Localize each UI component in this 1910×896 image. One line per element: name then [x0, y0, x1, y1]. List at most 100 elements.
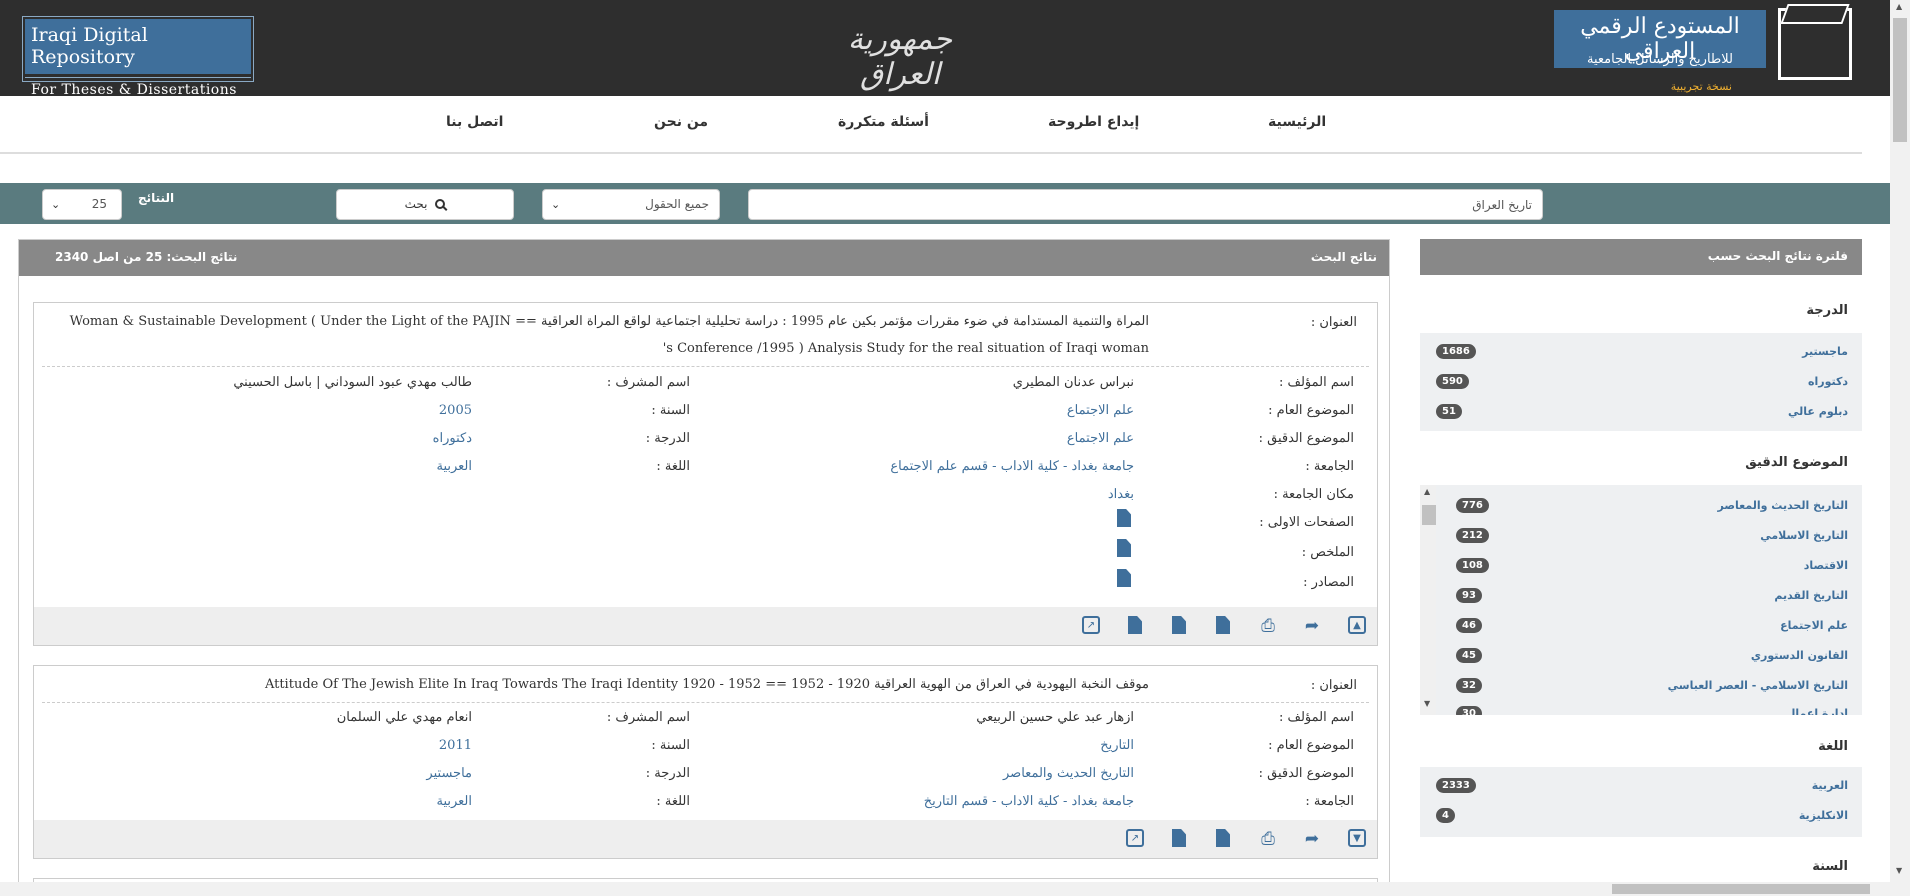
record-university-place[interactable]: بغداد: [1108, 487, 1134, 502]
collapse-up-icon[interactable]: ▲: [1348, 616, 1366, 634]
sources-doc-icon[interactable]: [1117, 569, 1131, 587]
label-general-subject: الموضوع العام :: [1268, 738, 1354, 753]
filter-item-count: 46: [1456, 618, 1482, 633]
filter-item[interactable]: دبلوم عالي 51: [1420, 403, 1862, 423]
filter-item-count: 93: [1456, 588, 1482, 603]
results-per-page-select[interactable]: 25 ⌄: [42, 189, 122, 220]
record-university[interactable]: جامعة بغداد - كلية الاداب - قسم علم الاج…: [890, 459, 1134, 474]
nav-about[interactable]: من نحن: [654, 114, 708, 130]
page-horizontal-scrollbar[interactable]: [0, 882, 1890, 896]
logo-arabic[interactable]: المستودع الرقمي العراقي للاطاريح والرسائ…: [1552, 4, 1852, 93]
trial-version-label: نسخة تجريبية: [1670, 80, 1732, 93]
result-record: العنوان : موقف النخبة اليهودية في العراق…: [33, 665, 1378, 859]
record-language[interactable]: العربية: [436, 459, 472, 474]
label-sources: المصادر :: [1303, 575, 1354, 590]
external-link-icon[interactable]: ↗: [1082, 616, 1100, 634]
share-icon[interactable]: ➦: [1302, 829, 1322, 849]
record-title[interactable]: المراة والتنمية المستدامة في ضوء مقررات …: [59, 308, 1149, 362]
print-icon[interactable]: ⎙: [1258, 829, 1278, 849]
filter-item[interactable]: العربية 2333: [1420, 777, 1862, 797]
record-title[interactable]: موقف النخبة اليهودية في العراق من الهوية…: [59, 671, 1149, 698]
abstract-doc-icon[interactable]: [1117, 539, 1131, 557]
filter-item[interactable]: التاريخ الاسلامي - العصر العباسي 32: [1420, 677, 1862, 697]
external-link-icon[interactable]: ↗: [1126, 829, 1144, 847]
record-specific-subject[interactable]: علم الاجتماع: [1067, 431, 1134, 446]
label-abstract: الملخص :: [1301, 545, 1354, 560]
filter-item-count: 108: [1456, 558, 1489, 573]
nav-home[interactable]: الرئيسية: [1268, 114, 1326, 130]
search-icon: [435, 199, 446, 209]
record-specific-subject[interactable]: التاريخ الحديث والمعاصر: [1003, 766, 1134, 781]
site-header: Iraqi Digital Repository For Theses & Di…: [0, 0, 1890, 98]
filter-item[interactable]: ادارة اعمال 30: [1420, 705, 1862, 715]
nav-contact[interactable]: اتصل بنا: [446, 114, 503, 130]
record-year[interactable]: 2011: [439, 738, 472, 753]
search-button[interactable]: بحث: [336, 189, 514, 220]
label-year: السنة :: [651, 403, 690, 418]
filter-item[interactable]: التاريخ الاسلامي 212: [1420, 527, 1862, 547]
nav-deposit-thesis[interactable]: إيداع اطروحة: [1048, 114, 1139, 130]
logo-ar-subtitle: للاطاريح والرسائل الجامعية: [1587, 52, 1733, 67]
search-input[interactable]: [748, 189, 1543, 220]
filter-item-count: 32: [1456, 678, 1482, 693]
record-degree[interactable]: دكتوراه: [433, 431, 472, 446]
graduation-cap-icon: [1780, 4, 1850, 24]
record-general-subject[interactable]: التاريخ: [1100, 738, 1134, 753]
page-vertical-scrollbar[interactable]: ▲ ▼: [1890, 0, 1910, 896]
record-title-line2: s Conference /1995 ) Analysis Study for …: [662, 341, 1149, 356]
logo-english[interactable]: Iraqi Digital Repository For Theses & Di…: [22, 16, 254, 98]
print-icon[interactable]: ⎙: [1258, 616, 1278, 636]
label-language: اللغة :: [656, 459, 690, 474]
document-icon[interactable]: [1216, 616, 1230, 634]
record-author: ازهار عبد علي حسين الربيعي: [976, 710, 1134, 725]
document-icon[interactable]: [1216, 829, 1230, 847]
nav-faq[interactable]: أسئلة متكررة: [838, 114, 929, 130]
filter-item[interactable]: الانكليزية 4: [1420, 807, 1862, 827]
search-bar: جميع الحقول ⌄ بحث النتائج 25 ⌄: [0, 183, 1890, 224]
scroll-up-icon[interactable]: ▲: [1896, 2, 1902, 11]
first-pages-doc-icon[interactable]: [1117, 509, 1131, 527]
filter-item-count: 776: [1456, 498, 1489, 513]
document-icon[interactable]: [1128, 616, 1142, 634]
filter-item-name: ماجستير: [1802, 345, 1848, 358]
filter-item-name: التاريخ القديم: [1774, 589, 1848, 602]
label-supervisor: اسم المشرف :: [606, 375, 690, 390]
label-degree: الدرجة :: [645, 766, 690, 781]
logo-en-line2: For Theses & Dissertations: [25, 77, 251, 98]
document-icon[interactable]: [1172, 829, 1186, 847]
record-language[interactable]: العربية: [436, 794, 472, 809]
filter-item[interactable]: علم الاجتماع 46: [1420, 617, 1862, 637]
filter-item[interactable]: ماجستير 1686: [1420, 343, 1862, 363]
filter-year-heading: السنة: [1812, 859, 1848, 874]
filter-item-name: علم الاجتماع: [1780, 619, 1848, 632]
filter-item[interactable]: الاقتصاد 108: [1420, 557, 1862, 577]
record-degree[interactable]: ماجستير: [426, 766, 472, 781]
label-university-place: مكان الجامعة :: [1273, 487, 1354, 502]
search-field-select[interactable]: جميع الحقول ⌄: [542, 189, 720, 220]
share-icon[interactable]: ➦: [1302, 616, 1322, 636]
scroll-down-icon[interactable]: ▼: [1896, 866, 1902, 875]
results-per-page-label: النتائج: [138, 191, 175, 205]
filter-item[interactable]: دكتوراه 590: [1420, 373, 1862, 393]
filter-item-name: دكتوراه: [1807, 375, 1848, 388]
filter-item-count: 51: [1436, 404, 1462, 419]
filter-item-name: التاريخ الاسلامي: [1760, 529, 1848, 542]
filter-item[interactable]: التاريخ القديم 93: [1420, 587, 1862, 607]
filter-item[interactable]: القانون الدستوري 45: [1420, 647, 1862, 667]
record-author: نبراس عدنان المطيري: [1012, 375, 1134, 390]
record-university[interactable]: جامعة بغداد - كلية الاداب - قسم التاريخ: [924, 794, 1134, 809]
label-author: اسم المؤلف :: [1278, 710, 1354, 725]
scroll-thumb[interactable]: [1893, 18, 1907, 142]
expand-down-icon[interactable]: ▼: [1348, 829, 1366, 847]
scroll-thumb[interactable]: [1612, 884, 1870, 894]
scroll-up-icon[interactable]: ▲: [1424, 487, 1430, 496]
results-panel: نتائج البحث نتائج البحث: 25 من اصل 2340 …: [18, 239, 1390, 896]
record-general-subject[interactable]: علم الاجتماع: [1067, 403, 1134, 418]
search-button-label: بحث: [404, 197, 428, 211]
document-icon[interactable]: [1172, 616, 1186, 634]
filter-language-list: العربية 2333 الانكليزية 4: [1420, 767, 1862, 837]
filter-item-count: 30: [1456, 706, 1482, 715]
filter-item[interactable]: التاريخ الحديث والمعاصر 776: [1420, 497, 1862, 517]
record-year[interactable]: 2005: [439, 403, 472, 418]
filter-item-name: القانون الدستوري: [1750, 649, 1848, 662]
